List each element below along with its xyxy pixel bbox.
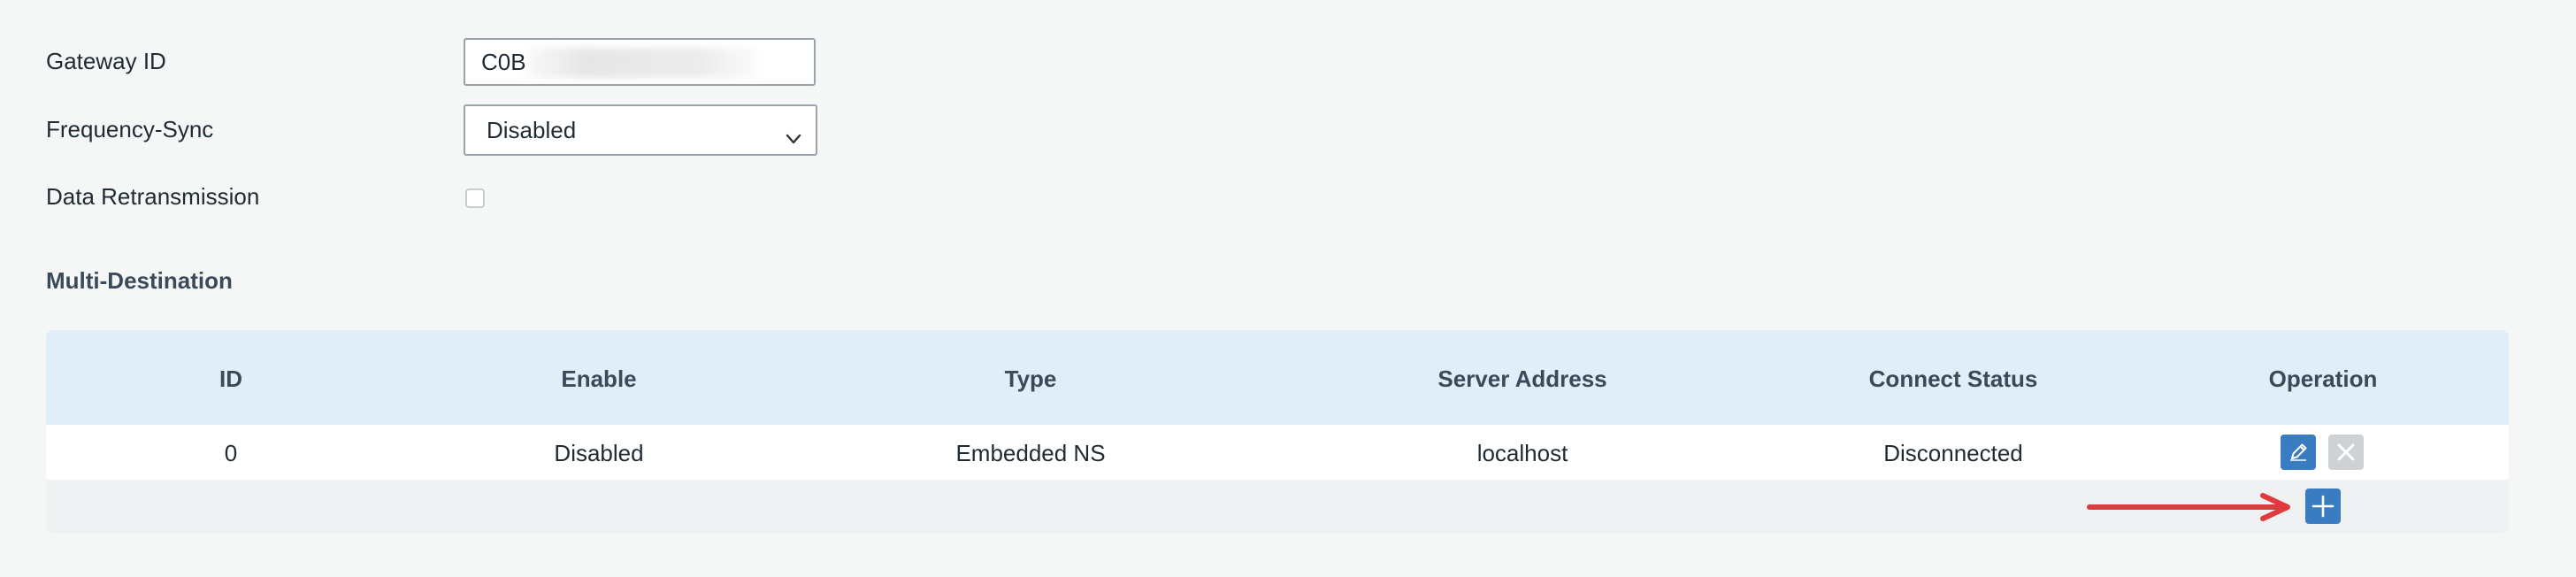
- column-header-connect-status: Connect Status: [1868, 365, 2038, 392]
- column-header-type: Type: [1004, 365, 1057, 392]
- redacted-blur: [527, 48, 757, 78]
- cell-id: 0: [224, 440, 238, 466]
- column-header-enable: Enable: [561, 365, 637, 392]
- red-arrow-annotation: [2087, 493, 2290, 521]
- frequency-sync-label: Frequency-Sync: [46, 116, 214, 142]
- data-retransmission-checkbox[interactable]: [465, 188, 485, 208]
- column-header-server-address: Server Address: [1438, 365, 1607, 392]
- delete-button[interactable]: [2328, 435, 2364, 470]
- cell-server-address: localhost: [1476, 440, 1568, 466]
- frequency-sync-select[interactable]: Disabled: [464, 104, 817, 156]
- close-icon: [2337, 443, 2355, 461]
- plus-icon: [2312, 495, 2334, 518]
- pencil-icon: [2290, 443, 2307, 461]
- edit-button[interactable]: [2281, 435, 2316, 470]
- gateway-id-field[interactable]: C0B: [464, 38, 816, 86]
- column-header-operation: Operation: [2268, 365, 2378, 392]
- data-retransmission-label: Data Retransmission: [46, 183, 260, 210]
- add-destination-button[interactable]: [2305, 489, 2341, 524]
- chevron-down-icon: [782, 119, 805, 144]
- table-header: ID Enable Type Server Address Connect St…: [46, 330, 2509, 425]
- gateway-id-value: C0B: [481, 49, 526, 75]
- cell-type: Embedded NS: [955, 440, 1106, 466]
- gateway-id-label: Gateway ID: [46, 48, 166, 74]
- cell-enable: Disabled: [554, 440, 644, 466]
- multi-destination-title: Multi-Destination: [46, 267, 233, 294]
- table-row: 0 Disabled Embedded NS localhost Disconn…: [46, 425, 2509, 480]
- column-header-id: ID: [219, 365, 242, 392]
- frequency-sync-value: Disabled: [487, 117, 577, 143]
- gateway-settings-page: Gateway ID C0B Frequency-Sync Disabled D…: [0, 0, 2576, 577]
- cell-connect-status: Disconnected: [1883, 440, 2023, 466]
